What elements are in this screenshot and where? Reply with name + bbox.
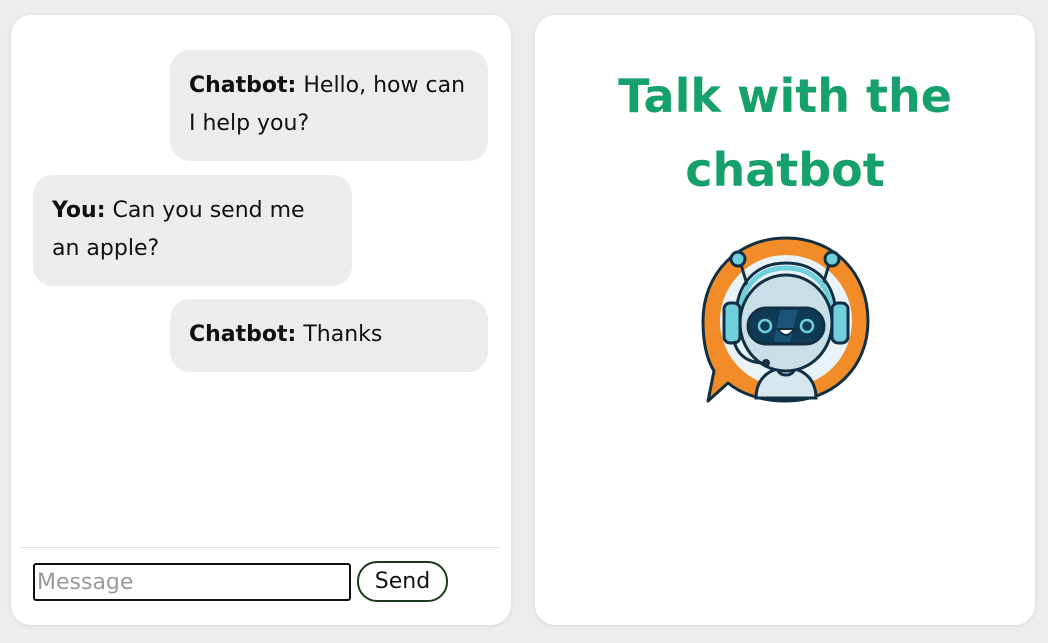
send-button[interactable]: Send bbox=[357, 561, 448, 602]
message-text: Thanks bbox=[303, 322, 383, 347]
chat-message-bot: Chatbot: Hello, how can I help you? bbox=[170, 50, 488, 161]
message-sender: Chatbot: bbox=[189, 73, 297, 98]
message-input[interactable] bbox=[33, 563, 351, 601]
chat-message-user: You: Can you send me an apple? bbox=[33, 175, 352, 286]
chatbot-robot-icon bbox=[701, 236, 870, 403]
message-sender: Chatbot: bbox=[189, 322, 297, 347]
chat-panel: Chatbot: Hello, how can I help you? You:… bbox=[11, 15, 511, 625]
message-sender: You: bbox=[52, 198, 106, 223]
info-panel: Talk with the chatbot bbox=[535, 15, 1035, 625]
input-divider bbox=[21, 547, 501, 548]
page-title: Talk with the chatbot bbox=[618, 69, 952, 197]
chat-message-bot: Chatbot: Thanks bbox=[170, 299, 488, 372]
